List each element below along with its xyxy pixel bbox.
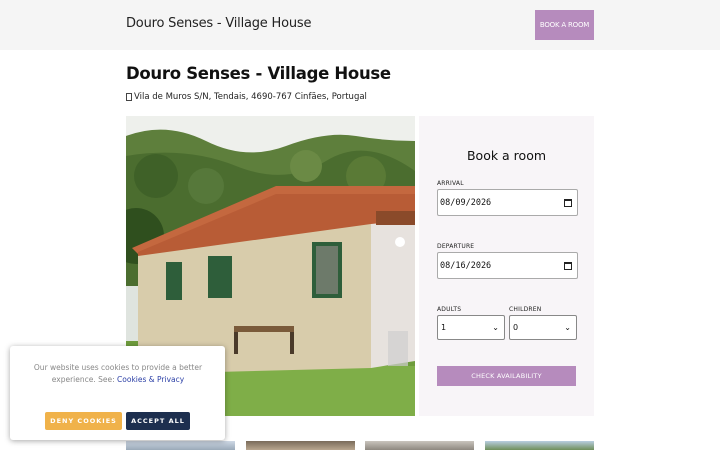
map-pin-icon xyxy=(126,93,132,101)
site-brand[interactable]: Douro Senses - Village House xyxy=(126,16,311,31)
gallery-thumbnail[interactable] xyxy=(126,441,235,450)
adults-label: ADULTS xyxy=(437,306,462,313)
children-value: 0 xyxy=(513,323,519,332)
cookies-privacy-link[interactable]: Cookies & Privacy xyxy=(117,375,184,384)
deny-cookies-button[interactable]: DENY COOKIES xyxy=(45,412,122,430)
book-a-room-button[interactable]: BOOK A ROOM xyxy=(535,10,594,40)
property-title: Douro Senses - Village House xyxy=(126,64,391,83)
property-address: Vila de Muros S/N, Tendais, 4690-767 Cin… xyxy=(126,92,367,102)
booking-panel: Book a room ARRIVAL 08/09/2026 DEPARTURE… xyxy=(419,116,594,416)
arrival-label: ARRIVAL xyxy=(437,180,464,187)
arrival-date-input[interactable]: 08/09/2026 xyxy=(437,189,578,216)
departure-label: DEPARTURE xyxy=(437,243,475,250)
chevron-down-icon: ⌄ xyxy=(564,323,571,332)
chevron-down-icon: ⌄ xyxy=(492,323,499,332)
gallery-thumbnail[interactable] xyxy=(485,441,594,450)
departure-date-value: 08/16/2026 xyxy=(440,260,492,271)
booking-heading: Book a room xyxy=(466,148,547,163)
adults-select[interactable]: 1 ⌄ xyxy=(437,315,505,340)
calendar-icon[interactable] xyxy=(564,262,572,270)
children-select[interactable]: 0 ⌄ xyxy=(509,315,577,340)
accept-all-button[interactable]: ACCEPT ALL xyxy=(126,412,190,430)
gallery-thumbnail[interactable] xyxy=(246,441,355,450)
adults-value: 1 xyxy=(441,323,447,332)
calendar-icon[interactable] xyxy=(564,199,572,207)
arrival-date-value: 08/09/2026 xyxy=(440,197,492,208)
address-text: Vila de Muros S/N, Tendais, 4690-767 Cin… xyxy=(134,92,367,102)
gallery-next-dot[interactable] xyxy=(395,237,405,247)
cookie-banner: Our website uses cookies to provide a be… xyxy=(10,346,225,440)
cookie-message: Our website uses cookies to provide a be… xyxy=(24,362,212,386)
departure-date-input[interactable]: 08/16/2026 xyxy=(437,252,578,279)
gallery-thumbnail[interactable] xyxy=(365,441,474,450)
children-label: CHILDREN xyxy=(509,306,542,313)
site-header: Douro Senses - Village House BOOK A ROOM xyxy=(0,0,720,50)
check-availability-button[interactable]: CHECK AVAILABILITY xyxy=(437,366,576,386)
